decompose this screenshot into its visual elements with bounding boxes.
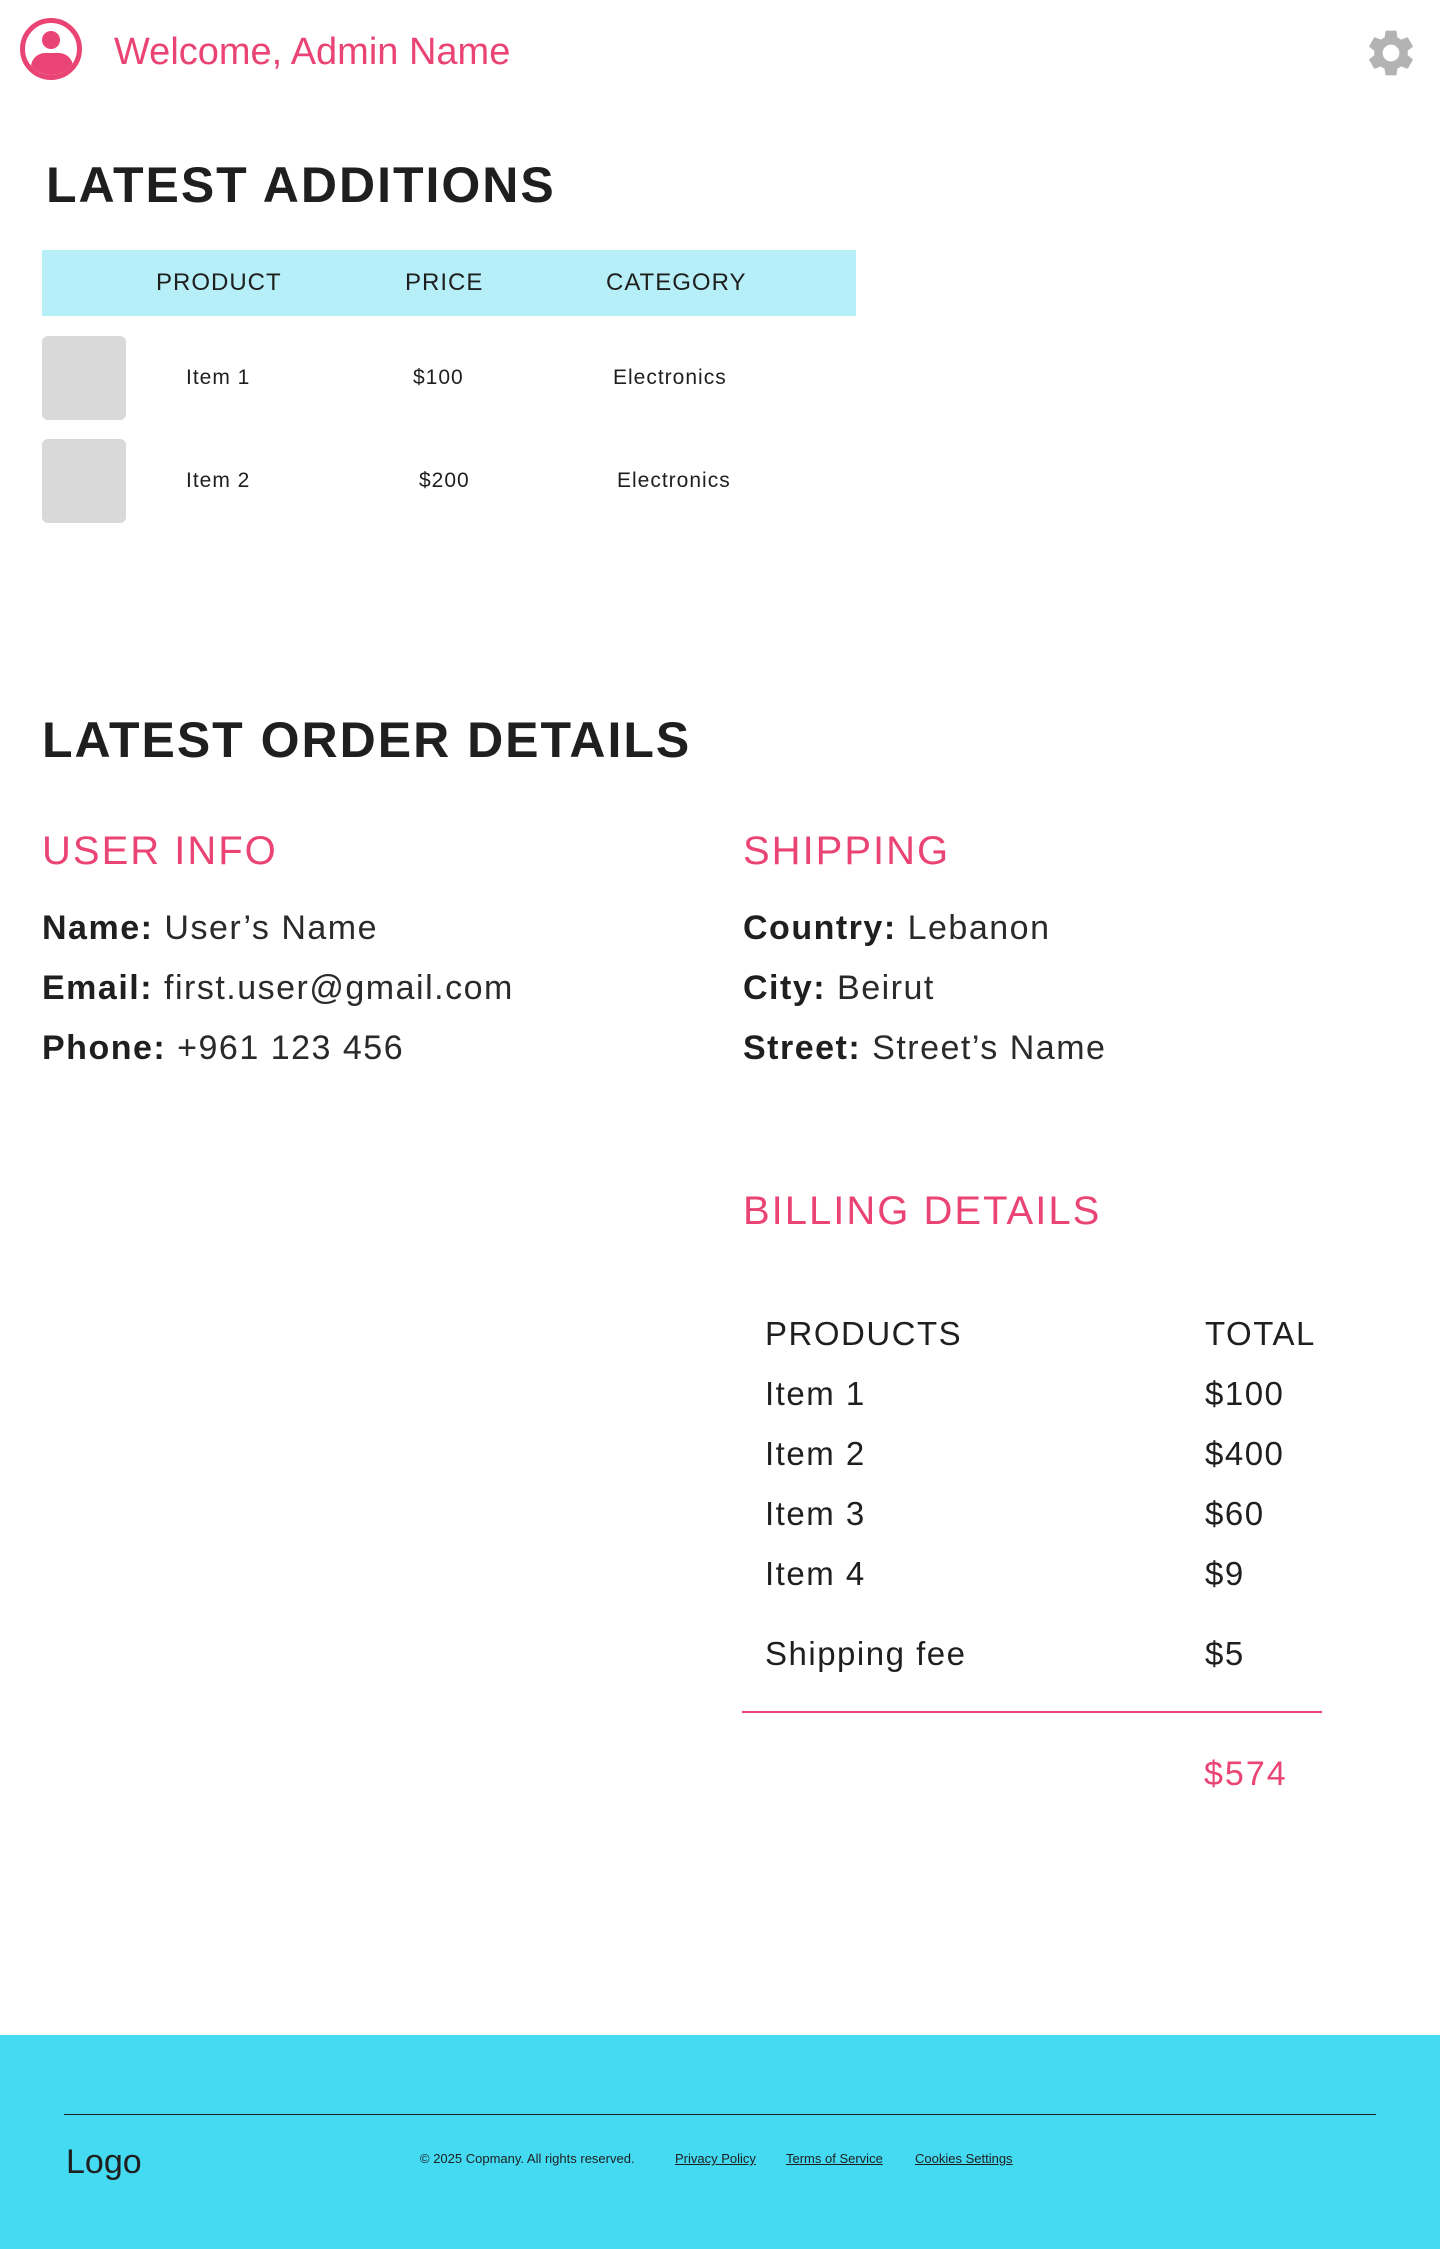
shipping-city-row: City: Beirut bbox=[743, 966, 935, 1010]
billing-item-total: $400 bbox=[1205, 1435, 1285, 1472]
billing-item-name: Item 4 bbox=[765, 1555, 866, 1592]
shipping-street-row: Street: Street’s Name bbox=[743, 1026, 1106, 1070]
copyright-text: © 2025 Copmany. All rights reserved. bbox=[420, 2151, 635, 2166]
welcome-message: Welcome, Admin Name bbox=[114, 31, 511, 73]
grand-total: $574 bbox=[1204, 1755, 1288, 1793]
billing-item-name: Item 1 bbox=[765, 1375, 866, 1412]
latest-additions-title: LATEST ADDITIONS bbox=[46, 157, 556, 213]
billing-item-name: Item 2 bbox=[765, 1435, 866, 1472]
avatar[interactable] bbox=[20, 18, 82, 80]
cookies-settings-link[interactable]: Cookies Settings bbox=[915, 2150, 1013, 2168]
column-header-product: PRODUCT bbox=[156, 269, 282, 296]
shipping-heading: SHIPPING bbox=[743, 829, 951, 873]
avatar-head-icon bbox=[42, 31, 60, 49]
avatar-body-icon bbox=[31, 53, 73, 75]
table-cell-price: $200 bbox=[419, 469, 470, 492]
user-name-value: User’s Name bbox=[164, 909, 379, 947]
footer-logo[interactable]: Logo bbox=[66, 2140, 142, 2184]
city-label: City: bbox=[743, 969, 827, 1007]
billing-col-total: TOTAL bbox=[1205, 1315, 1316, 1352]
billing-item-total: $100 bbox=[1205, 1375, 1285, 1412]
shipping-country-row: Country: Lebanon bbox=[743, 906, 1050, 950]
column-header-category: CATEGORY bbox=[606, 269, 747, 296]
billing-item-total: $9 bbox=[1205, 1555, 1245, 1592]
email-label: Email: bbox=[42, 969, 154, 1007]
table-cell-category: Electronics bbox=[613, 366, 727, 389]
user-name-row: Name: User’s Name bbox=[42, 906, 378, 950]
city-value: Beirut bbox=[837, 969, 935, 1007]
user-phone-row: Phone: +961 123 456 bbox=[42, 1026, 404, 1070]
street-label: Street: bbox=[743, 1029, 862, 1067]
shipping-fee-label: Shipping fee bbox=[765, 1635, 967, 1672]
street-value: Street’s Name bbox=[872, 1029, 1107, 1067]
shipping-fee-value: $5 bbox=[1205, 1635, 1245, 1672]
billing-item-name: Item 3 bbox=[765, 1495, 866, 1532]
gear-icon[interactable] bbox=[1363, 25, 1419, 81]
footer bbox=[0, 2035, 1440, 2249]
phone-label: Phone: bbox=[42, 1029, 167, 1067]
country-label: Country: bbox=[743, 909, 897, 947]
user-info-heading: USER INFO bbox=[42, 829, 278, 873]
user-phone-value: +961 123 456 bbox=[177, 1029, 405, 1067]
user-email-row: Email: first.user@gmail.com bbox=[42, 966, 514, 1010]
billing-col-products: PRODUCTS bbox=[765, 1315, 963, 1352]
product-thumbnail[interactable] bbox=[42, 439, 126, 523]
country-value: Lebanon bbox=[907, 909, 1051, 947]
table-cell-price: $100 bbox=[413, 366, 464, 389]
table-cell-product: Item 2 bbox=[186, 469, 251, 492]
footer-divider bbox=[64, 2114, 1376, 2115]
table-cell-category: Electronics bbox=[617, 469, 731, 492]
latest-order-title: LATEST ORDER DETAILS bbox=[42, 712, 692, 768]
billing-heading: BILLING DETAILS bbox=[743, 1189, 1102, 1233]
privacy-policy-link[interactable]: Privacy Policy bbox=[675, 2150, 756, 2168]
user-email-value: first.user@gmail.com bbox=[164, 969, 514, 1007]
billing-divider bbox=[742, 1711, 1322, 1713]
table-cell-product: Item 1 bbox=[186, 366, 251, 389]
column-header-price: PRICE bbox=[405, 269, 484, 296]
name-label: Name: bbox=[42, 909, 154, 947]
billing-item-total: $60 bbox=[1205, 1495, 1265, 1532]
terms-of-service-link[interactable]: Terms of Service bbox=[786, 2150, 883, 2168]
product-thumbnail[interactable] bbox=[42, 336, 126, 420]
